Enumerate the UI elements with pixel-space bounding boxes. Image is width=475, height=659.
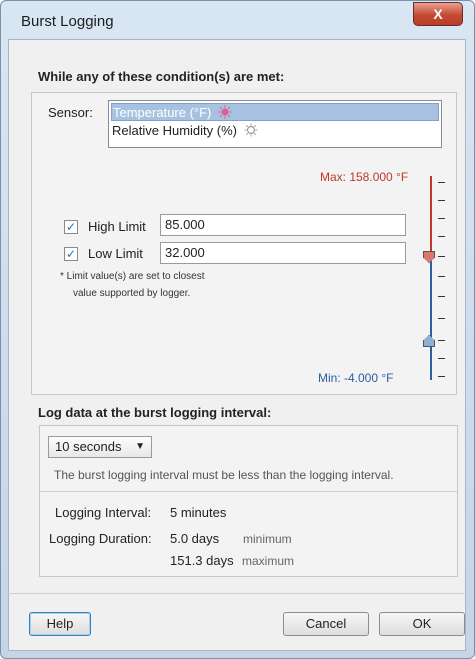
title-bar[interactable]: Burst Logging X <box>1 1 474 39</box>
high-limit-checkbox[interactable]: ✓ <box>64 220 78 234</box>
min-value-label: Min: -4.000 °F <box>318 371 394 385</box>
slider-tick <box>438 256 445 257</box>
slider-track-upper <box>430 176 432 256</box>
duration-min-note: minimum <box>243 532 292 546</box>
slider-tick <box>438 318 445 319</box>
cancel-button[interactable]: Cancel <box>283 612 369 636</box>
divider <box>40 491 457 492</box>
slider-tick <box>438 200 445 201</box>
slider-tick <box>438 182 445 183</box>
duration-max-value: 151.3 days <box>170 553 234 568</box>
limit-note-line2: value supported by logger. <box>73 288 191 299</box>
high-limit-label: High Limit <box>88 219 146 234</box>
burst-interval-value: 10 seconds <box>55 439 122 454</box>
temperature-sensor-icon <box>218 105 232 119</box>
sensor-item-temperature[interactable]: Temperature (°F) <box>111 103 439 121</box>
close-button[interactable]: X <box>413 2 463 26</box>
button-row-divider <box>8 593 464 594</box>
ok-button[interactable]: OK <box>379 612 465 636</box>
duration-min-value: 5.0 days <box>170 531 220 546</box>
high-limit-input[interactable]: 85.000 <box>160 214 406 236</box>
sensor-item-label: Temperature (°F) <box>113 105 212 120</box>
low-limit-checkbox[interactable]: ✓ <box>64 247 78 261</box>
logging-interval-value: 5 minutes <box>170 505 227 520</box>
max-value-label: Max: 158.000 °F <box>320 170 409 184</box>
slider-tick <box>438 276 445 277</box>
slider-tick <box>438 236 445 237</box>
slider-tick <box>438 376 445 377</box>
sensor-item-label: Relative Humidity (%) <box>112 123 237 138</box>
slider-track-lower <box>430 256 432 380</box>
slider-tick <box>438 340 445 341</box>
slider-tick <box>438 296 445 297</box>
burst-interval-select[interactable]: 10 seconds ▼ <box>48 436 152 458</box>
sensor-item-humidity[interactable]: Relative Humidity (%) <box>111 122 258 140</box>
low-limit-label: Low Limit <box>88 246 143 261</box>
window-title: Burst Logging <box>21 13 114 30</box>
logging-duration-label: Logging Duration: <box>49 531 152 546</box>
slider-tick <box>438 218 445 219</box>
chevron-down-icon: ▼ <box>135 441 145 452</box>
sensor-list[interactable]: Temperature (°F) Relative Humidity (%) <box>108 100 442 148</box>
help-button[interactable]: Help <box>29 612 91 636</box>
slider-tick <box>438 358 445 359</box>
low-limit-input[interactable]: 32.000 <box>160 242 406 264</box>
duration-max-note: maximum <box>242 554 295 568</box>
sensor-label: Sensor: <box>48 105 93 120</box>
interval-hint: The burst logging interval must be less … <box>54 468 394 482</box>
limit-note-line1: * Limit value(s) are set to closest <box>60 271 205 282</box>
conditions-heading: While any of these condition(s) are met: <box>38 69 285 84</box>
interval-heading: Log data at the burst logging interval: <box>38 405 272 420</box>
humidity-sensor-icon <box>244 123 258 137</box>
logging-interval-label: Logging Interval: <box>55 505 152 520</box>
